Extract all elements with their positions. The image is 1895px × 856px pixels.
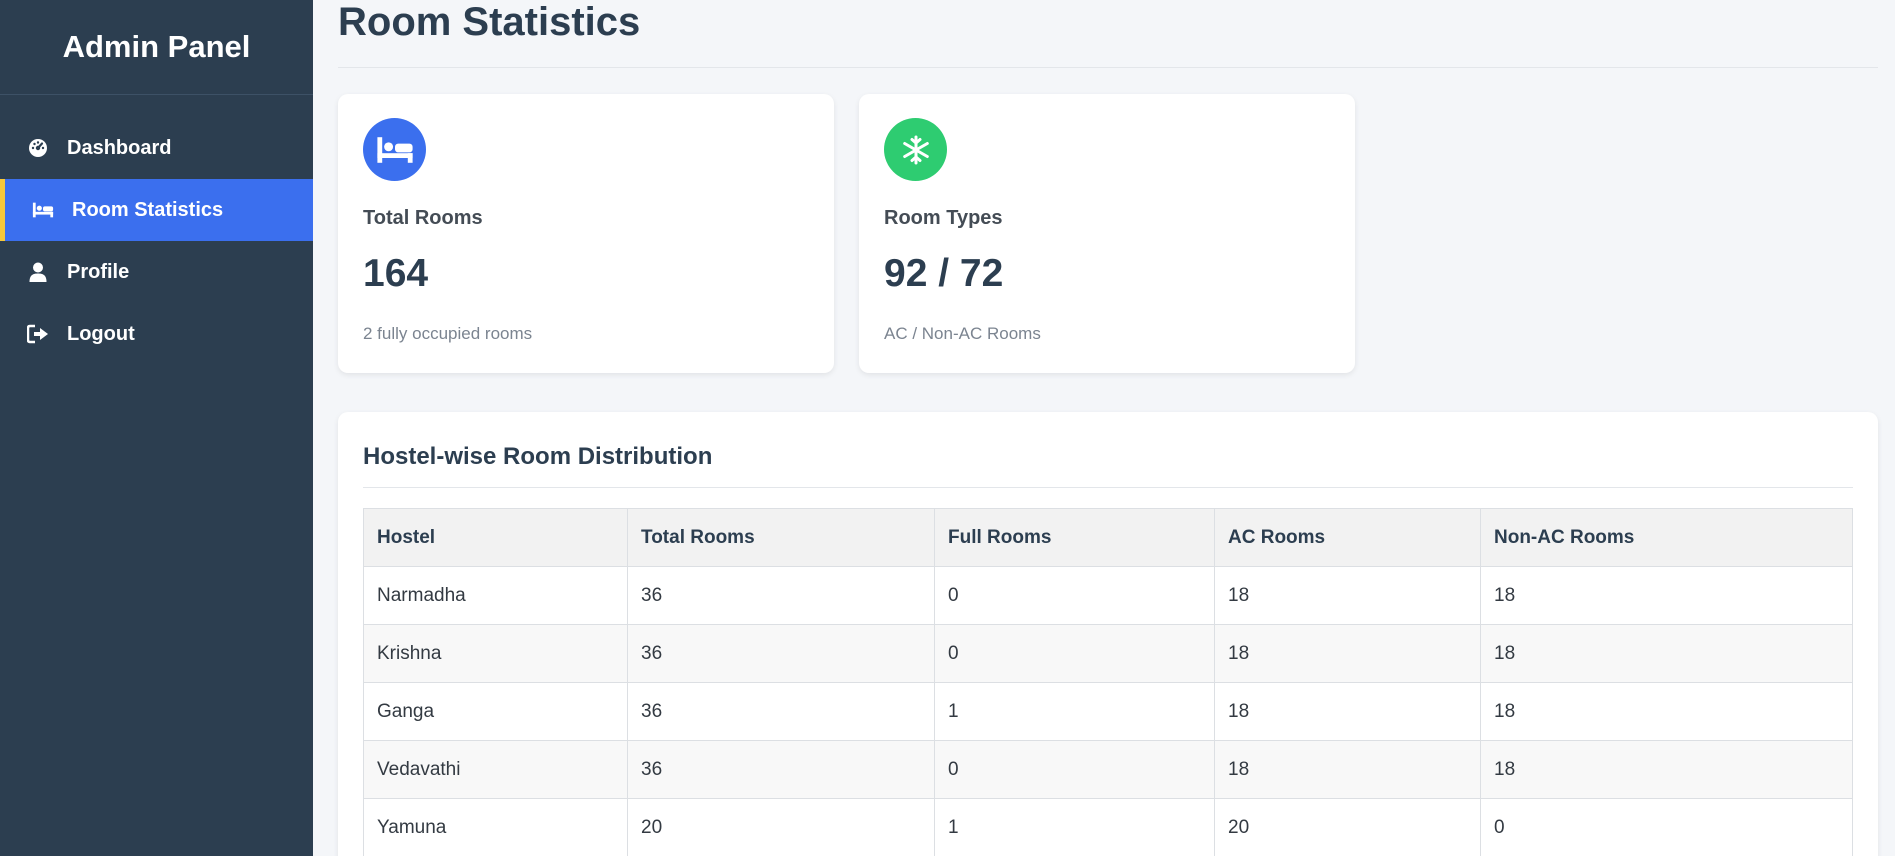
table-cell: 1 <box>934 798 1215 856</box>
table-cell: 18 <box>1480 624 1853 683</box>
table-cell: 0 <box>934 740 1215 799</box>
table-cell: 36 <box>627 566 935 625</box>
table-row: Vedavathi 36 0 18 18 <box>363 740 1853 799</box>
sign-out-icon <box>27 323 49 345</box>
table-row: Krishna 36 0 18 18 <box>363 624 1853 683</box>
table-cell: 36 <box>627 682 935 741</box>
column-header-full-rooms: Full Rooms <box>934 508 1215 567</box>
sidebar-item-room-statistics[interactable]: Room Statistics <box>0 179 313 241</box>
sidebar-item-dashboard[interactable]: Dashboard <box>0 117 313 179</box>
table-cell: Narmadha <box>363 566 628 625</box>
hostel-table: Hostel Total Rooms Full Rooms AC Rooms N… <box>363 508 1853 856</box>
table-cell: 18 <box>1214 624 1481 683</box>
table-cell: Vedavathi <box>363 740 628 799</box>
table-header-row: Hostel Total Rooms Full Rooms AC Rooms N… <box>363 508 1853 567</box>
main-content: Room Statistics Total Rooms 164 2 fully … <box>313 0 1895 856</box>
table-cell: 36 <box>627 624 935 683</box>
card-label: Room Types <box>884 207 1003 229</box>
table-cell: 18 <box>1480 740 1853 799</box>
card-subtext: 2 fully occupied rooms <box>363 324 533 343</box>
table-cell: 36 <box>627 740 935 799</box>
table-cell: 0 <box>1480 798 1853 856</box>
table-row: Narmadha 36 0 18 18 <box>363 566 1853 625</box>
card-value: 164 <box>363 252 429 295</box>
column-header-total-rooms: Total Rooms <box>627 508 935 567</box>
snowflake-icon <box>884 118 947 181</box>
sidebar-item-label: Profile <box>67 260 130 283</box>
column-header-hostel: Hostel <box>363 508 628 567</box>
table-cell: 20 <box>1214 798 1481 856</box>
table-cell: 18 <box>1480 682 1853 741</box>
card-subtext: AC / Non-AC Rooms <box>884 324 1041 343</box>
table-cell: 18 <box>1214 682 1481 741</box>
table-cell: Ganga <box>363 682 628 741</box>
table-cell: Yamuna <box>363 798 628 856</box>
card-value: 92 / 72 <box>884 252 1004 295</box>
sidebar-item-label: Room Statistics <box>72 198 224 221</box>
page-title: Room Statistics <box>338 0 641 44</box>
user-icon <box>27 261 49 283</box>
bed-icon <box>363 118 426 181</box>
table-cell: 18 <box>1214 740 1481 799</box>
table-cell: 1 <box>934 682 1215 741</box>
bed-icon <box>32 199 54 221</box>
table-cell: 0 <box>934 566 1215 625</box>
table-row: Ganga 36 1 18 18 <box>363 682 1853 741</box>
table-row: Yamuna 20 1 20 0 <box>363 798 1853 856</box>
table-cell: 18 <box>1214 566 1481 625</box>
section-title: Hostel-wise Room Distribution <box>363 412 1853 488</box>
room-types-card: Room Types 92 / 72 AC / Non-AC Rooms <box>859 94 1355 373</box>
sidebar-item-label: Logout <box>67 322 135 345</box>
table-cell: Krishna <box>363 624 628 683</box>
card-label: Total Rooms <box>363 207 483 229</box>
column-header-ac-rooms: AC Rooms <box>1214 508 1481 567</box>
column-header-non-ac-rooms: Non-AC Rooms <box>1480 508 1853 567</box>
brand-title: Admin Panel <box>0 0 313 95</box>
total-rooms-card: Total Rooms 164 2 fully occupied rooms <box>338 94 834 373</box>
sidebar-item-logout[interactable]: Logout <box>0 303 313 365</box>
title-divider <box>338 67 1878 68</box>
table-cell: 20 <box>627 798 935 856</box>
sidebar: Admin Panel Dashboard Room Statistics Pr… <box>0 0 313 856</box>
sidebar-nav: Dashboard Room Statistics Profile Logout <box>0 117 313 365</box>
sidebar-item-profile[interactable]: Profile <box>0 241 313 303</box>
table-cell: 18 <box>1480 566 1853 625</box>
table-cell: 0 <box>934 624 1215 683</box>
gauge-icon <box>27 137 49 159</box>
hostel-distribution-card: Hostel-wise Room Distribution Hostel Tot… <box>338 412 1878 856</box>
sidebar-item-label: Dashboard <box>67 136 172 159</box>
